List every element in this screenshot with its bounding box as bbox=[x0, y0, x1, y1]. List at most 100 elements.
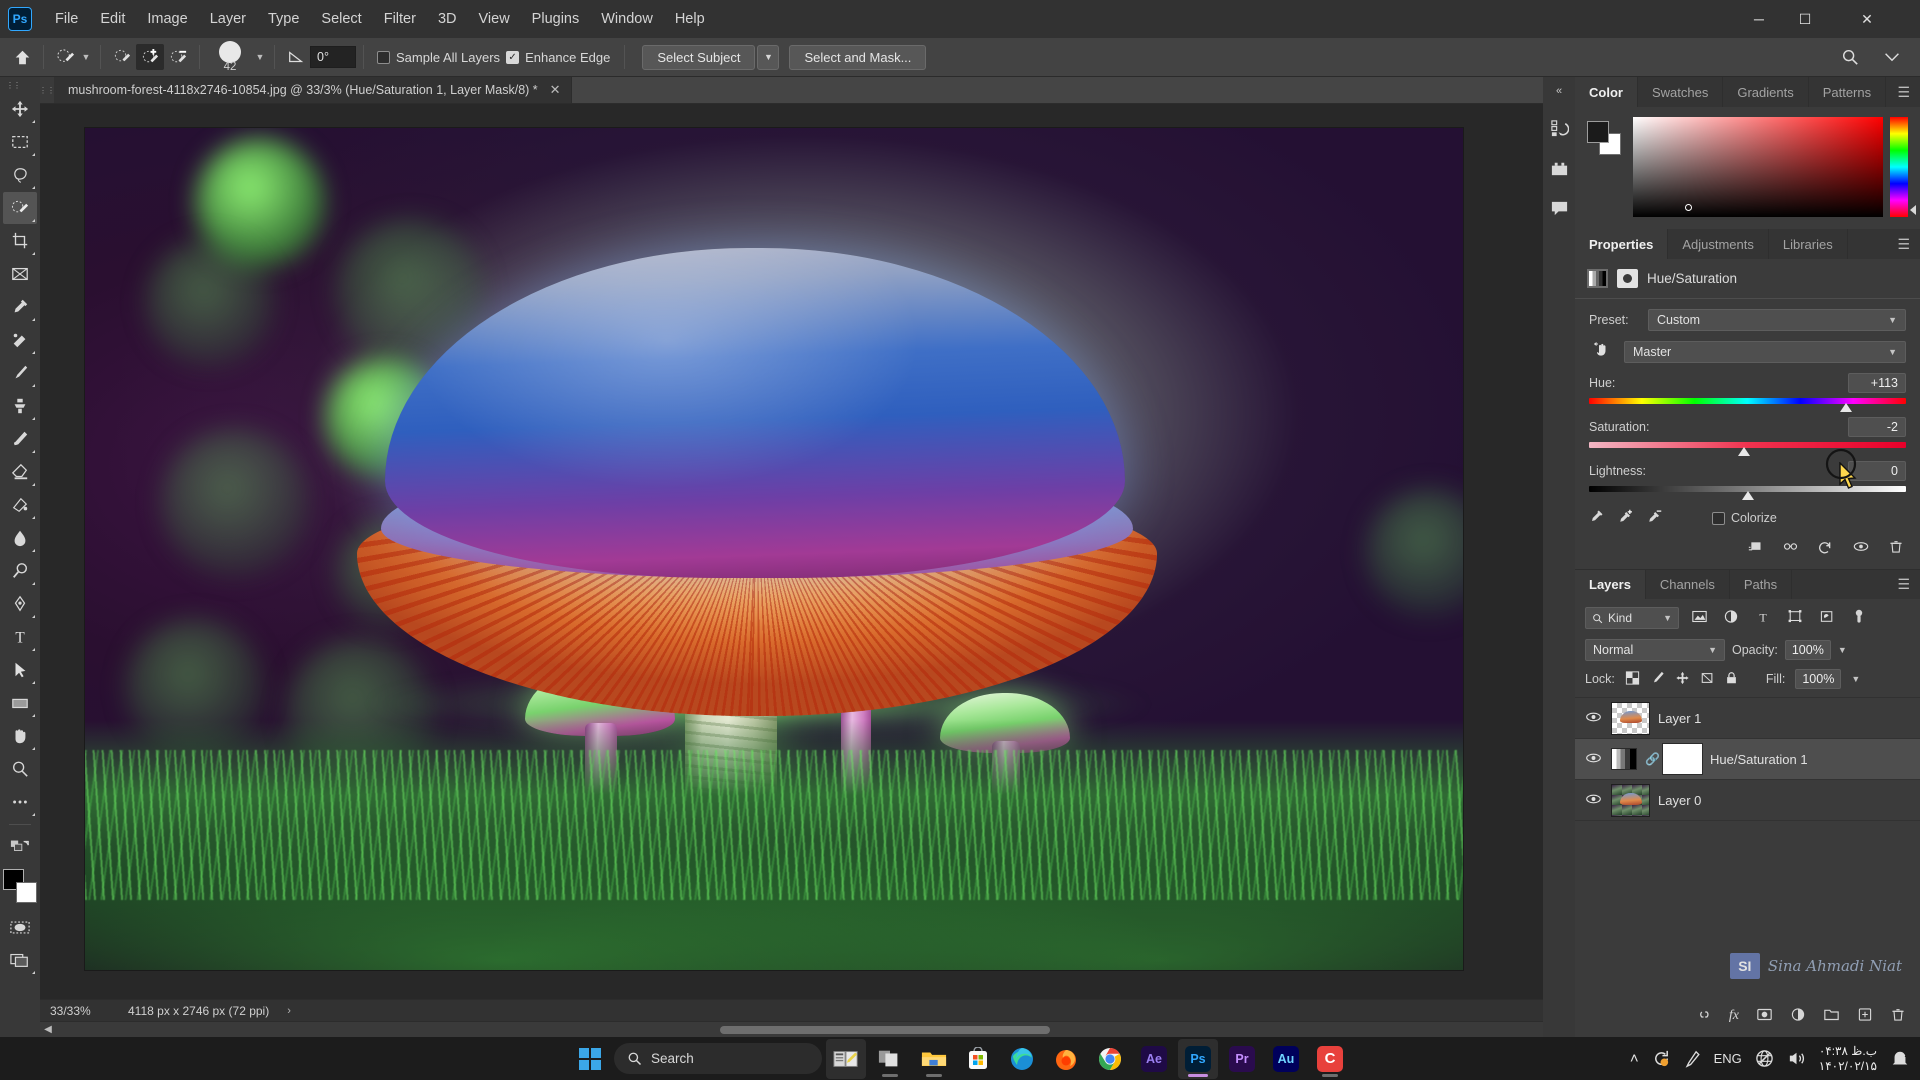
layer-thumbnail[interactable] bbox=[1611, 784, 1650, 817]
layer-visibility-icon[interactable] bbox=[1583, 793, 1603, 808]
channel-select[interactable]: Master ▼ bbox=[1624, 341, 1906, 363]
hue-value[interactable]: +113 bbox=[1848, 373, 1906, 393]
tool-lasso[interactable] bbox=[3, 159, 37, 191]
home-icon[interactable] bbox=[8, 44, 36, 70]
fill-value[interactable]: 100% bbox=[1795, 669, 1841, 689]
tool-pen[interactable] bbox=[3, 588, 37, 620]
toolbar-grip[interactable]: ⋮⋮ bbox=[6, 81, 20, 90]
select-subject-button[interactable]: Select Subject bbox=[642, 45, 755, 70]
layers-panel-menu-icon[interactable]: ☰ bbox=[1887, 570, 1920, 599]
brush-angle-input[interactable]: 0° bbox=[310, 46, 356, 68]
scrollbar-thumb[interactable] bbox=[720, 1026, 1050, 1034]
saturation-value[interactable]: -2 bbox=[1848, 417, 1906, 437]
network-icon[interactable] bbox=[1755, 1049, 1774, 1068]
select-and-mask-button[interactable]: Select and Mask... bbox=[789, 45, 926, 70]
tool-path-selection[interactable] bbox=[3, 654, 37, 686]
taskbar-app-task-view[interactable] bbox=[870, 1039, 910, 1079]
tab-adjustments[interactable]: Adjustments bbox=[1668, 229, 1769, 259]
subtract-from-selection-icon[interactable] bbox=[164, 44, 192, 70]
volume-icon[interactable] bbox=[1787, 1049, 1806, 1068]
color-panel-foreground-swatch[interactable] bbox=[1587, 121, 1609, 143]
menu-filter[interactable]: Filter bbox=[373, 6, 427, 32]
tool-blur[interactable] bbox=[3, 522, 37, 554]
visibility-icon[interactable] bbox=[1852, 539, 1870, 557]
tabbar-grip[interactable]: ⋮⋮ bbox=[40, 77, 54, 103]
status-expand-icon[interactable]: › bbox=[287, 1005, 291, 1017]
chevron-down-icon[interactable]: ▼ bbox=[79, 52, 93, 62]
eyedropper-icon[interactable] bbox=[1589, 509, 1604, 527]
table-row[interactable]: Layer 1 bbox=[1575, 698, 1920, 739]
tool-zoom[interactable] bbox=[3, 753, 37, 785]
pen-tray-icon[interactable] bbox=[1684, 1050, 1701, 1068]
delete-icon[interactable] bbox=[1888, 539, 1904, 557]
lock-transparency-icon[interactable] bbox=[1625, 671, 1640, 688]
pixel-filter-icon[interactable] bbox=[1687, 609, 1711, 627]
brush-chevron-down-icon[interactable]: ▼ bbox=[253, 52, 267, 62]
menu-plugins[interactable]: Plugins bbox=[521, 6, 591, 32]
lock-image-icon[interactable] bbox=[1650, 671, 1665, 688]
comments-icon[interactable] bbox=[1546, 193, 1572, 223]
tab-gradients[interactable]: Gradients bbox=[1723, 77, 1808, 107]
delete-layer-icon[interactable] bbox=[1890, 1007, 1906, 1026]
lightness-slider[interactable] bbox=[1589, 485, 1906, 493]
start-button[interactable] bbox=[570, 1039, 610, 1079]
menu-edit[interactable]: Edit bbox=[89, 6, 136, 32]
tool-eraser[interactable] bbox=[3, 456, 37, 488]
tool-move[interactable] bbox=[3, 93, 37, 125]
fill-chevron-down-icon[interactable]: ▼ bbox=[1851, 674, 1860, 684]
subtract-sample-icon[interactable] bbox=[1647, 509, 1662, 527]
hue-slider-knob[interactable] bbox=[1840, 403, 1852, 412]
tab-paths[interactable]: Paths bbox=[1730, 570, 1792, 599]
tool-frame[interactable] bbox=[3, 258, 37, 290]
link-mask-icon[interactable]: 🔗 bbox=[1645, 752, 1655, 766]
shape-filter-icon[interactable] bbox=[1783, 609, 1807, 627]
canvas-horizontal-scrollbar[interactable]: ◀ ▶ bbox=[40, 1021, 1575, 1037]
preset-select[interactable]: Custom ▼ bbox=[1648, 309, 1906, 331]
background-color-swatch[interactable] bbox=[16, 882, 37, 903]
new-selection-icon[interactable] bbox=[108, 44, 136, 70]
tool-spot-healing-brush[interactable] bbox=[3, 324, 37, 356]
hue-strip[interactable] bbox=[1890, 117, 1908, 217]
menu-select[interactable]: Select bbox=[310, 6, 372, 32]
layer-thumbnail[interactable] bbox=[1611, 702, 1650, 735]
document-tab[interactable]: mushroom-forest-4118x2746-10854.jpg @ 33… bbox=[54, 77, 572, 103]
layer-mask-thumbnail[interactable] bbox=[1663, 744, 1702, 774]
taskbar-app-microsoft-edge[interactable] bbox=[1002, 1039, 1042, 1079]
show-hidden-icons-chevron-up-icon[interactable]: ˄ bbox=[1630, 1050, 1639, 1067]
update-status-icon[interactable] bbox=[1652, 1049, 1671, 1068]
add-to-selection-icon[interactable] bbox=[136, 44, 164, 70]
canvas-area[interactable] bbox=[40, 104, 1575, 1012]
tool-type[interactable]: T bbox=[3, 621, 37, 653]
tab-swatches[interactable]: Swatches bbox=[1638, 77, 1723, 107]
tool-marquee[interactable] bbox=[3, 126, 37, 158]
taskbar-app-news-widget[interactable] bbox=[826, 1039, 866, 1079]
lock-artboard-icon[interactable] bbox=[1700, 671, 1715, 688]
taskbar-app-after-effects[interactable]: Ae bbox=[1134, 1039, 1174, 1079]
tool-gradient[interactable] bbox=[3, 489, 37, 521]
quick-selection-tool-icon[interactable] bbox=[51, 44, 79, 70]
menu-view[interactable]: View bbox=[468, 6, 521, 32]
taskbar-app-microsoft-store[interactable] bbox=[958, 1039, 998, 1079]
taskbar-app-firefox[interactable] bbox=[1046, 1039, 1086, 1079]
language-indicator[interactable]: ENG bbox=[1714, 1051, 1742, 1066]
workspace-switcher-icon[interactable] bbox=[1878, 44, 1906, 70]
tool-history-brush[interactable] bbox=[3, 423, 37, 455]
tab-layers[interactable]: Layers bbox=[1575, 570, 1646, 599]
close-icon[interactable]: ✕ bbox=[550, 82, 561, 98]
menu-layer[interactable]: Layer bbox=[199, 6, 257, 32]
filter-kind-select[interactable]: Kind ▼ bbox=[1585, 607, 1679, 629]
tab-properties[interactable]: Properties bbox=[1575, 229, 1668, 259]
notifications-icon[interactable]: z bbox=[1890, 1049, 1910, 1069]
lock-position-icon[interactable] bbox=[1675, 671, 1690, 688]
tab-patterns[interactable]: Patterns bbox=[1809, 77, 1886, 107]
tab-libraries[interactable]: Libraries bbox=[1769, 229, 1848, 259]
enhance-edge-checkbox[interactable]: ✓ Enhance Edge bbox=[506, 50, 610, 65]
adjustment-layer-icon[interactable] bbox=[1790, 1007, 1806, 1026]
menu-3d[interactable]: 3D bbox=[427, 6, 468, 32]
collapse-panels-icon[interactable]: « bbox=[1556, 85, 1562, 97]
window-minimize-button[interactable]: ─ bbox=[1736, 0, 1782, 38]
history-icon[interactable] bbox=[1546, 113, 1572, 143]
menu-help[interactable]: Help bbox=[664, 6, 716, 32]
tool-rectangle[interactable] bbox=[3, 687, 37, 719]
zoom-level[interactable]: 33/33% bbox=[50, 1004, 128, 1018]
